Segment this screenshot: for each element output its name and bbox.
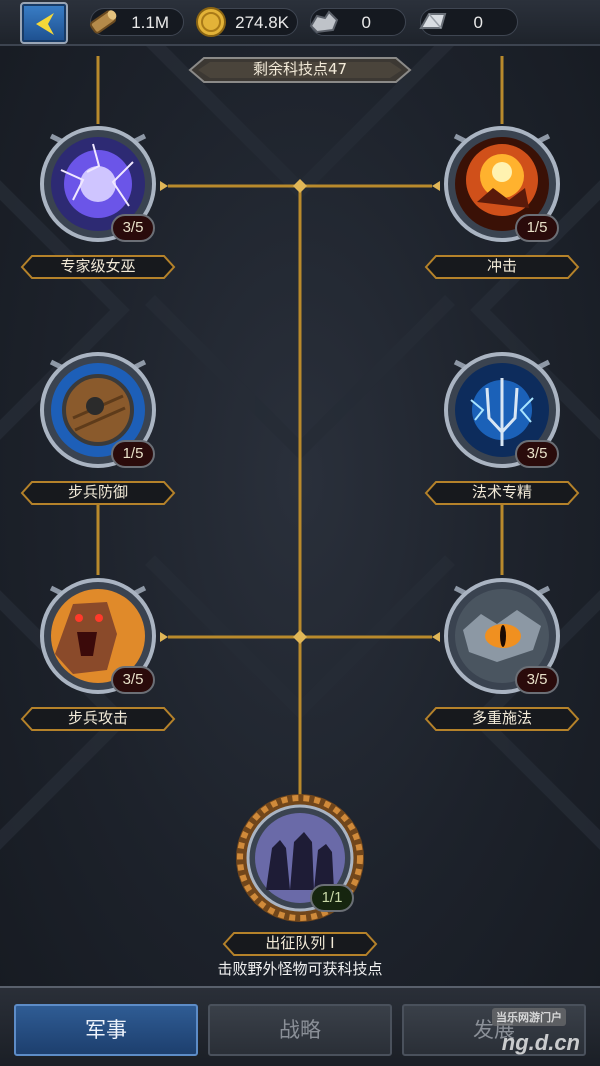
gold-coin-icon (196, 7, 226, 37)
skill-plate-spell-mastery: 法术专精 (424, 479, 580, 507)
skill-level-badge: 3/5 (515, 440, 559, 468)
skill-name: 法术专精 (471, 483, 532, 501)
wood-value: 1.1M (131, 13, 169, 32)
iron-value: 0 (473, 13, 483, 32)
skill-node-infantry-attack[interactable]: 3/5 (33, 574, 163, 704)
ore-icon (309, 10, 339, 34)
resource-iron[interactable]: 0 (419, 8, 518, 36)
tech-tree-screen: 1.1M 274.8K 0 0 剩余科技点47 3/5 专家级女巫 1/5 冲击… (0, 0, 600, 1066)
skill-node-infantry-defense[interactable]: 1/5 (33, 348, 163, 478)
resource-gold[interactable]: 274.8K (196, 7, 298, 37)
iron-ingot-icon (419, 13, 447, 29)
skill-plate-infantry-attack: 步兵攻击 (20, 705, 176, 733)
skill-level-badge: 3/5 (111, 214, 155, 242)
skill-level-badge: 1/5 (111, 440, 155, 468)
tab-military[interactable]: 军事 (14, 1004, 198, 1056)
resource-wood[interactable]: 1.1M (89, 8, 184, 36)
ore-value: 0 (361, 13, 371, 32)
watermark-main: ng.d.cn (501, 1030, 580, 1055)
skill-node-multicast[interactable]: 3/5 (437, 574, 567, 704)
skill-level-badge: 3/5 (111, 666, 155, 694)
skill-name: 出征队列 I (265, 934, 335, 952)
skill-name: 冲击 (486, 257, 517, 275)
skill-plate-impact: 冲击 (424, 253, 580, 281)
skill-level-badge: 1/5 (515, 214, 559, 242)
skill-plate-march-queue: 出征队列 I (222, 930, 378, 958)
wood-log-icon (89, 10, 117, 34)
watermark-sub: 当乐网游门户 (492, 1008, 566, 1026)
hint-text: 击败野外怪物可获科技点 (217, 960, 383, 978)
skill-node-march-queue[interactable]: 1/1 (232, 790, 368, 926)
skill-name: 专家级女巫 (60, 257, 136, 275)
resource-ore[interactable]: 0 (309, 8, 406, 36)
back-arrow-icon (36, 13, 54, 35)
skill-plate-multicast: 多重施法 (424, 705, 580, 733)
tab-strategy[interactable]: 战略 (208, 1004, 392, 1056)
skill-node-spell-mastery[interactable]: 3/5 (437, 348, 567, 478)
skill-points-text: 剩余科技点47 (252, 60, 348, 78)
skill-node-expert-witch[interactable]: 3/5 (33, 122, 163, 252)
skill-level-badge: 1/1 (310, 884, 354, 912)
top-resource-bar: 1.1M 274.8K 0 0 (0, 0, 600, 46)
skill-name: 多重施法 (471, 709, 532, 727)
skill-node-impact[interactable]: 1/5 (437, 122, 567, 252)
skill-name: 步兵攻击 (67, 709, 128, 727)
skill-points-banner: 剩余科技点47 (188, 52, 412, 88)
site-watermark: 当乐网游门户 ng.d.cn (492, 1008, 580, 1056)
bottom-tab-bar: 军事 战略 发展 当乐网游门户 ng.d.cn (0, 986, 600, 1066)
skill-plate-expert-witch: 专家级女巫 (20, 253, 176, 281)
gold-value: 274.8K (235, 13, 289, 32)
skill-level-badge: 3/5 (515, 666, 559, 694)
back-button[interactable] (20, 2, 68, 44)
skill-plate-infantry-defense: 步兵防御 (20, 479, 176, 507)
skill-name: 步兵防御 (67, 483, 128, 501)
